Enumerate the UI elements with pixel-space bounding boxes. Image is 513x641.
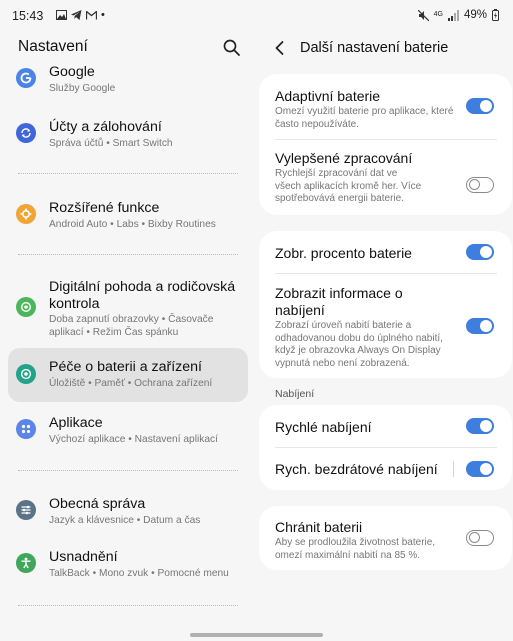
setting-title: Chránit baterii bbox=[275, 519, 363, 535]
battery-percentage-toggle[interactable] bbox=[466, 244, 494, 260]
google-icon bbox=[16, 68, 36, 88]
signal-icon bbox=[447, 9, 459, 21]
list-divider bbox=[18, 605, 238, 606]
setting-title: Zobrazit informace o nabíjení bbox=[275, 285, 403, 318]
toggle-knob bbox=[480, 100, 492, 112]
settings-item-subtitle: Jazyk a klávesnice • Datum a čas bbox=[49, 515, 201, 526]
general-management-icon bbox=[16, 500, 36, 520]
charging-info-toggle[interactable] bbox=[466, 318, 494, 334]
setting-subtitle: Zobrazí úroveň nabití baterie a odhadova… bbox=[275, 320, 443, 369]
settings-list-panel: Nastavení Google Služby Google Účty a zá… bbox=[0, 30, 256, 641]
sync-icon bbox=[16, 123, 36, 143]
toggle-knob bbox=[480, 463, 492, 475]
settings-card-charging: Rychlé nabíjení Rych. bezdrátové nabíjen… bbox=[259, 405, 512, 490]
settings-card-display: Zobr. procento baterie Zobrazit informac… bbox=[259, 231, 512, 378]
system-status-icons: 4G 49% bbox=[417, 9, 499, 21]
settings-item-title: Digitální pohoda a rodičovská kontrola bbox=[49, 279, 236, 312]
battery-percent: 49% bbox=[463, 9, 487, 21]
battery-charging-icon bbox=[492, 9, 499, 21]
settings-item-subtitle: Služby Google bbox=[49, 83, 116, 94]
status-bar: 15:43 • 4G 49% bbox=[0, 0, 513, 30]
setting-row-fast-charging[interactable]: Rychlé nabíjení bbox=[259, 405, 512, 447]
toggle-knob bbox=[480, 420, 492, 432]
setting-row-adaptive-battery[interactable]: Adaptivní baterie Omezí využití baterie … bbox=[259, 74, 512, 138]
battery-settings-panel: Další nastavení baterie Adaptivní bateri… bbox=[256, 30, 513, 641]
settings-item-general-management[interactable]: Obecná správa Jazyk a klávesnice • Datum… bbox=[8, 493, 248, 533]
settings-item-subtitle: Správa účtů • Smart Switch bbox=[49, 138, 173, 149]
back-arrow-icon[interactable] bbox=[270, 38, 290, 58]
settings-item-apps[interactable]: Aplikace Výchozí aplikace • Nastavení ap… bbox=[8, 412, 248, 452]
setting-subtitle: Rychlejší zpracování dat ve všech aplika… bbox=[275, 168, 422, 204]
setting-title: Vylepšené zpracování bbox=[275, 150, 413, 166]
settings-card-battery: Adaptivní baterie Omezí využití baterie … bbox=[259, 74, 512, 215]
toggle-knob bbox=[480, 320, 492, 332]
toggle-knob bbox=[468, 179, 480, 191]
settings-item-device-care[interactable]: Péče o baterii a zařízení Úložiště • Pam… bbox=[8, 356, 248, 396]
page-title: Další nastavení baterie bbox=[300, 40, 449, 56]
settings-item-title: Péče o baterii a zařízení bbox=[49, 359, 202, 375]
settings-item-title: Rozšířené funkce bbox=[49, 200, 160, 216]
settings-item-title: Google bbox=[49, 64, 95, 80]
toggle-knob bbox=[480, 246, 492, 258]
settings-item-advanced-features[interactable]: Rozšířené funkce Android Auto • Labs • B… bbox=[8, 197, 248, 237]
settings-item-title: Účty a zálohování bbox=[49, 119, 162, 135]
settings-item-subtitle: TalkBack • Mono zvuk • Pomocné menu bbox=[49, 568, 229, 579]
row-action-divider bbox=[453, 461, 454, 477]
settings-item-subtitle: Úložiště • Paměť • Ochrana zařízení bbox=[49, 378, 213, 389]
telegram-icon bbox=[71, 10, 82, 20]
setting-row-fast-wireless-charging[interactable]: Rych. bezdrátové nabíjení bbox=[259, 448, 512, 490]
list-divider bbox=[18, 470, 238, 471]
list-divider bbox=[18, 254, 238, 255]
advanced-features-icon bbox=[16, 204, 36, 224]
setting-title: Adaptivní baterie bbox=[275, 88, 381, 104]
mute-icon bbox=[417, 9, 429, 21]
settings-item-title: Obecná správa bbox=[49, 496, 146, 512]
settings-item-title: Usnadnění bbox=[49, 549, 118, 565]
settings-card-protect: Chránit baterii Aby se prodloužila život… bbox=[259, 506, 512, 570]
search-icon[interactable] bbox=[222, 38, 242, 58]
notification-icons: • bbox=[56, 9, 105, 21]
fast-wireless-charging-toggle[interactable] bbox=[466, 461, 494, 477]
device-care-icon bbox=[16, 364, 36, 384]
enhanced-processing-toggle[interactable] bbox=[466, 177, 494, 193]
setting-title: Rych. bezdrátové nabíjení bbox=[275, 461, 438, 477]
setting-subtitle: Aby se prodloužila životnost baterie, om… bbox=[275, 537, 436, 561]
navigation-handle[interactable] bbox=[190, 633, 323, 637]
setting-row-enhanced-processing[interactable]: Vylepšené zpracování Rychlejší zpracován… bbox=[259, 140, 512, 215]
settings-item-subtitle: Android Auto • Labs • Bixby Routines bbox=[49, 219, 216, 230]
settings-item-accounts[interactable]: Účty a zálohování Správa účtů • Smart Sw… bbox=[8, 116, 248, 156]
settings-item-digital-wellbeing[interactable]: Digitální pohoda a rodičovská kontrola D… bbox=[8, 278, 248, 338]
setting-title: Rychlé nabíjení bbox=[275, 419, 372, 435]
list-divider bbox=[18, 173, 238, 174]
setting-subtitle: Omezí využití baterie pro aplikace, kter… bbox=[275, 106, 454, 130]
settings-item-accessibility[interactable]: Usnadnění TalkBack • Mono zvuk • Pomocné… bbox=[8, 546, 248, 586]
network-type-icon: 4G bbox=[433, 11, 443, 18]
settings-item-subtitle: Doba zapnutí obrazovky • Časovače aplika… bbox=[49, 314, 214, 338]
setting-row-protect-battery[interactable]: Chránit baterii Aby se prodloužila život… bbox=[259, 506, 512, 570]
settings-item-google[interactable]: Google Služby Google bbox=[8, 64, 248, 100]
adaptive-battery-toggle[interactable] bbox=[466, 98, 494, 114]
settings-item-title: Aplikace bbox=[49, 415, 103, 431]
accessibility-icon bbox=[16, 553, 36, 573]
wellbeing-icon bbox=[16, 297, 36, 317]
fast-charging-toggle[interactable] bbox=[466, 418, 494, 434]
setting-title: Zobr. procento baterie bbox=[275, 245, 412, 261]
section-header-charging: Nabíjení bbox=[275, 388, 315, 400]
setting-row-charging-info[interactable]: Zobrazit informace o nabíjení Zobrazí úr… bbox=[259, 274, 512, 378]
settings-item-subtitle: Výchozí aplikace • Nastavení aplikací bbox=[49, 434, 218, 445]
apps-icon bbox=[16, 419, 36, 439]
setting-row-battery-percentage[interactable]: Zobr. procento baterie bbox=[259, 231, 512, 273]
gmail-icon bbox=[86, 10, 97, 19]
toggle-knob bbox=[468, 532, 480, 544]
settings-title: Nastavení bbox=[18, 38, 88, 55]
gallery-icon bbox=[56, 10, 67, 20]
more-notifications-icon: • bbox=[101, 9, 105, 21]
protect-battery-toggle[interactable] bbox=[466, 530, 494, 546]
status-time: 15:43 bbox=[12, 9, 44, 23]
